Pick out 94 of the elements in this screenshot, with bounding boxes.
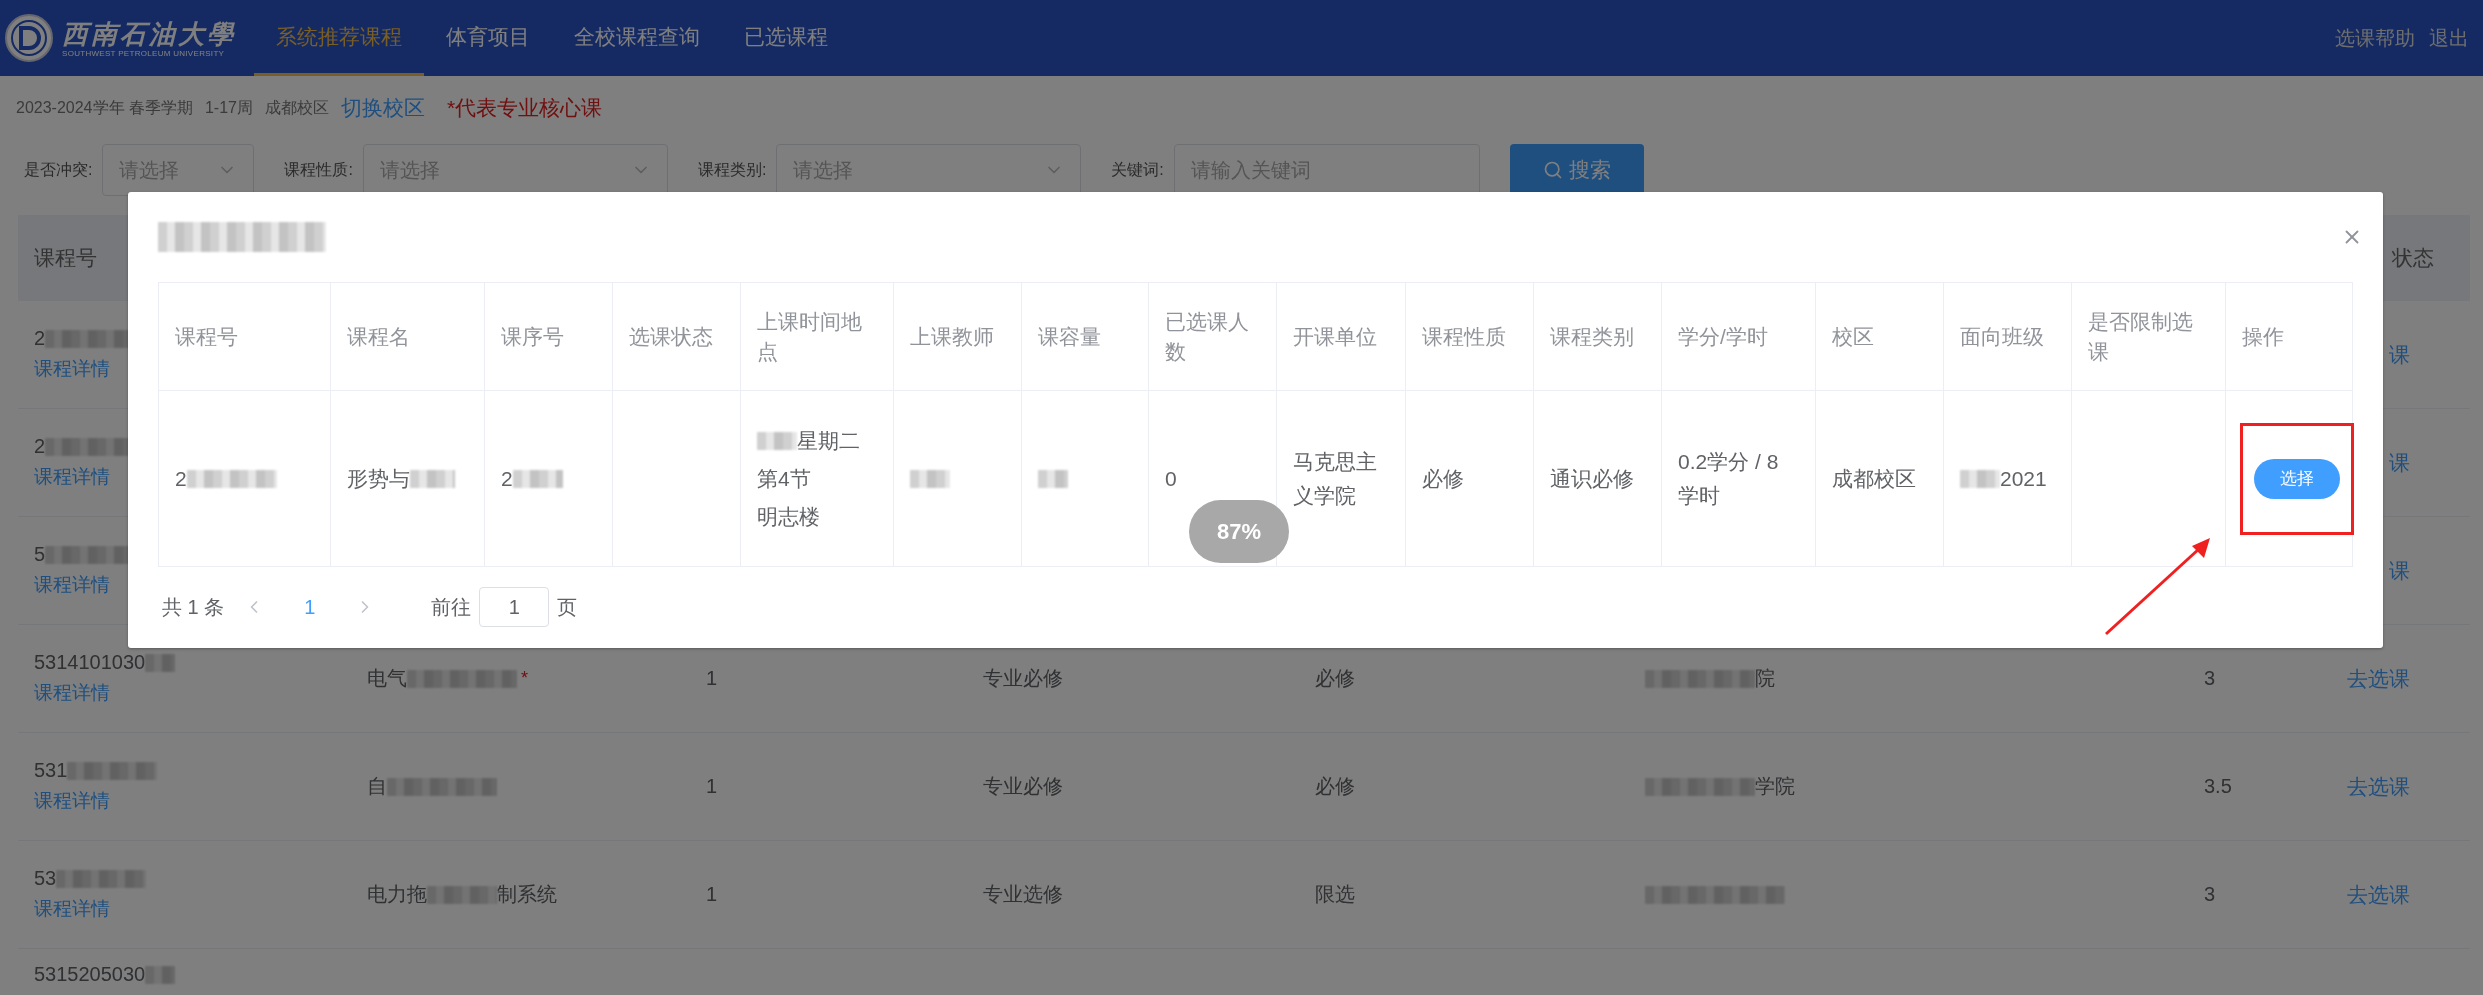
nav-tab[interactable]: 全校课程查询 [552, 0, 722, 76]
table-cell-text: 专业必修 [983, 774, 1064, 799]
table-cell-text: 3 [2204, 883, 2217, 906]
filter-label: 关键词: [1111, 159, 1164, 180]
page-field[interactable]: 1 [479, 587, 550, 627]
nav-tab[interactable]: 已选课程 [722, 0, 850, 76]
blurred-text [145, 653, 176, 672]
course-name-end: 制系统 [497, 882, 557, 907]
table-cell-text: 3.5 [2204, 775, 2233, 798]
nav-tab[interactable]: 体育项目 [424, 0, 552, 76]
table-cell-text: 2 [501, 465, 513, 492]
page-number[interactable]: 1 [284, 595, 336, 619]
column-header: 选课状态 [629, 323, 714, 350]
filter-label: 课程性质: [284, 159, 353, 180]
table-cell-text: 必修 [1422, 465, 1464, 492]
course-code: 2 [34, 435, 46, 458]
table-cell-text: 0 [1165, 465, 1177, 492]
select-course-link[interactable]: 课 [2389, 340, 2410, 369]
course-name: 电气 [367, 666, 407, 691]
blurred-text [145, 965, 176, 984]
column-header: 课程性质 [1422, 323, 1507, 350]
campus-text: 成都校区 [265, 97, 329, 118]
department-text: 学院 [1755, 774, 1795, 799]
core-course-mark: * [521, 668, 528, 689]
column-header: 课程号 [34, 245, 98, 271]
column-header: 课容量 [1038, 323, 1102, 350]
nav-tab[interactable]: 系统推荐课程 [254, 0, 424, 76]
university-name: 西南石油大學 [62, 18, 236, 49]
table-cell-text: 3 [2204, 667, 2217, 690]
table-cell-text: 专业必修 [983, 666, 1064, 691]
course-detail-link[interactable]: 课程详情 [34, 680, 335, 706]
table-cell-text: 1 [706, 775, 719, 798]
header-link[interactable]: 选课帮助 [2335, 0, 2415, 76]
select-button[interactable]: 选择 [2254, 458, 2340, 499]
table-cell-text: 限选 [1315, 882, 1356, 907]
column-header: 课程类别 [1550, 323, 1635, 350]
university-subtitle: SOUTHWEST PETROLEUM UNIVERSITY [62, 48, 226, 58]
table-cell-text: 第4节 [757, 465, 811, 492]
course-detail-link[interactable]: 课程详情 [34, 788, 335, 814]
table-cell-text: 0.2学分 / 8学时 [1678, 448, 1780, 509]
column-header: 操作 [2242, 323, 2285, 350]
course-code: 5 [34, 543, 46, 566]
term-text: 2023-2024学年 春季学期 [16, 97, 193, 118]
page-suffix: 页 [557, 594, 578, 620]
table-cell-text: 1 [706, 667, 719, 690]
table-cell-text: 专业选修 [983, 882, 1064, 907]
column-header: 上课教师 [910, 323, 995, 350]
course-code: 5314101030 [34, 651, 146, 674]
university-emblem-icon [4, 13, 54, 63]
column-header: 课程名 [347, 323, 411, 350]
table-cell-text: 星期二 [797, 427, 860, 454]
column-header: 开课单位 [1293, 323, 1378, 350]
course-code: 531 [34, 759, 68, 782]
column-header: 课序号 [501, 323, 565, 350]
table-cell-text: 1 [706, 883, 719, 906]
table-cell-text: 明志楼 [757, 503, 820, 530]
column-header: 状态 [2392, 245, 2434, 271]
table-cell-text: 马克思主义学院 [1293, 448, 1378, 509]
switch-campus-link[interactable]: 切换校区 [341, 94, 425, 122]
core-course-note: *代表专业核心课 [447, 95, 603, 121]
column-header: 是否限制选课 [2088, 308, 2194, 365]
column-header: 面向班级 [1960, 323, 2045, 350]
table-cell-text: 2021 [2000, 465, 2047, 492]
select-course-link[interactable]: 去选课 [2347, 664, 2410, 693]
select-course-link[interactable]: 课 [2389, 556, 2410, 585]
course-name: 自 [367, 774, 387, 799]
table-cell-text: 通识必修 [1550, 465, 1634, 492]
select-course-link[interactable]: 去选课 [2347, 772, 2410, 801]
course-code: 2 [34, 327, 46, 350]
department-text: 院 [1755, 666, 1775, 691]
course-name: 电力拖 [367, 882, 427, 907]
weeks-text: 1-17周 [204, 97, 253, 118]
table-cell-text: 2 [175, 465, 187, 492]
course-code: 53 [34, 867, 57, 890]
search-icon [1542, 160, 1563, 180]
column-header: 学分/学时 [1678, 323, 1769, 350]
column-header: 课程号 [175, 323, 239, 350]
goto-label: 前往 [431, 594, 472, 620]
filter-label: 课程类别: [697, 159, 767, 180]
column-header: 上课时间地点 [757, 308, 863, 365]
table-cell-text: 成都校区 [1832, 465, 1916, 492]
blurred-text [427, 885, 497, 904]
table-cell-text: 必修 [1315, 774, 1356, 799]
select-course-link[interactable]: 课 [2389, 448, 2410, 477]
select-course-link[interactable]: 去选课 [2347, 880, 2410, 909]
column-header: 已选课人数 [1165, 308, 1250, 365]
course-detail-link[interactable]: 课程详情 [34, 896, 335, 922]
table-cell-text: 形势与 [347, 465, 410, 492]
table-cell-text: 必修 [1315, 666, 1356, 691]
column-header: 校区 [1832, 323, 1875, 350]
course-code: 5315205030 [34, 963, 146, 986]
filter-label: 是否冲突: [24, 159, 93, 180]
header-link[interactable]: 退出 [2429, 0, 2469, 76]
total-count: 共 1 条 [162, 594, 225, 620]
